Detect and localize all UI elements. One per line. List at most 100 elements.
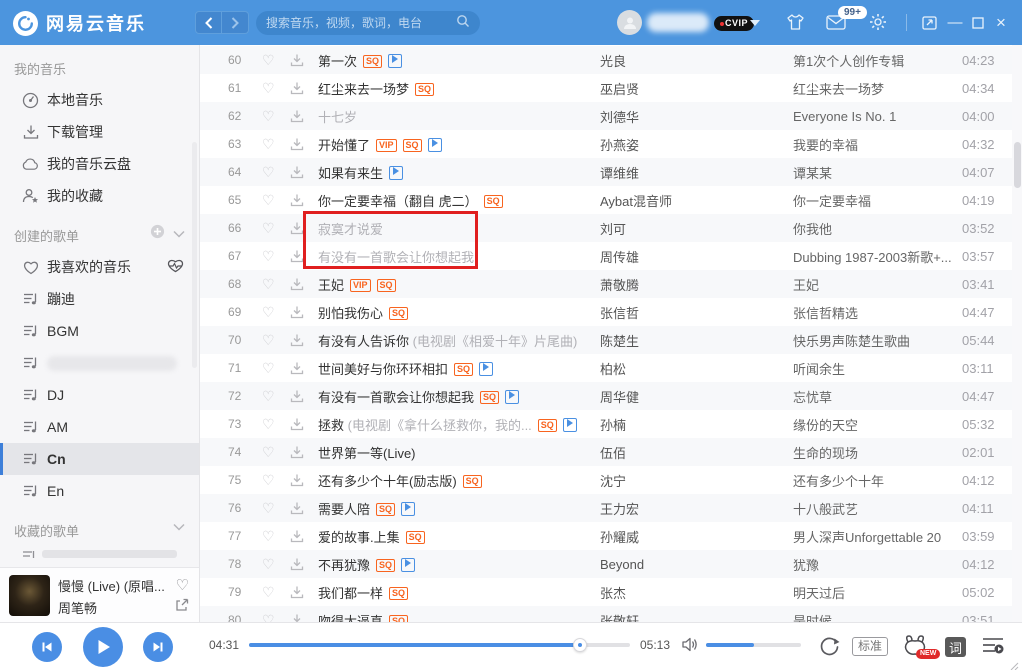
- song-artist[interactable]: 张敬轩: [600, 611, 793, 623]
- like-icon[interactable]: ♡: [262, 444, 290, 461]
- sidebar-playlist-item[interactable]: BGM: [0, 315, 199, 347]
- song-row[interactable]: 69 ♡ 别怕我伤心SQ 张信哲 张信哲精选 04:47: [200, 298, 1022, 326]
- song-artist[interactable]: 孙燕姿: [600, 135, 793, 154]
- like-icon[interactable]: ♡: [262, 276, 290, 293]
- song-row[interactable]: 78 ♡ 不再犹豫SQ Beyond 犹豫 04:12: [200, 550, 1022, 578]
- download-icon[interactable]: [290, 137, 318, 151]
- song-album[interactable]: 十八般武艺: [793, 499, 962, 518]
- song-artist[interactable]: Beyond: [600, 557, 793, 572]
- download-icon[interactable]: [290, 109, 318, 123]
- song-row[interactable]: 77 ♡ 爱的故事.上集SQ 孙耀威 男人深声Unforgettable 20 …: [200, 522, 1022, 550]
- like-icon[interactable]: ♡: [262, 360, 290, 377]
- song-album[interactable]: 男人深声Unforgettable 20: [793, 527, 962, 546]
- close-button[interactable]: ×: [990, 0, 1012, 45]
- sidebar-playlist-item[interactable]: En: [0, 475, 199, 507]
- progress-thumb[interactable]: [573, 638, 587, 652]
- song-artist[interactable]: 萧敬腾: [600, 275, 793, 294]
- song-album[interactable]: 快乐男声陈楚生歌曲: [793, 331, 962, 350]
- like-song-icon[interactable]: ♡: [176, 576, 189, 594]
- song-album[interactable]: 忘忧草: [793, 387, 962, 406]
- download-icon[interactable]: [290, 557, 318, 571]
- vip-badge[interactable]: CVIP: [714, 16, 754, 31]
- song-album[interactable]: Everyone Is No. 1: [793, 109, 962, 124]
- list-scroll-track[interactable]: [1012, 45, 1022, 622]
- song-artist[interactable]: 周传雄: [600, 247, 793, 266]
- song-title[interactable]: 拯救 (电视剧《拿什么拯救你，我的...SQ: [318, 415, 600, 434]
- volume-slider[interactable]: [706, 643, 801, 647]
- like-icon[interactable]: ♡: [262, 80, 290, 97]
- song-row[interactable]: 71 ♡ 世间美好与你环环相扣SQ 柏松 听闻余生 03:11: [200, 354, 1022, 382]
- song-album[interactable]: 第1次个人创作专辑: [793, 51, 962, 70]
- unread-count-badge[interactable]: 99+: [838, 6, 867, 19]
- lyrics-button[interactable]: 词: [945, 637, 966, 657]
- sidebar-item-cloud-disk[interactable]: 我的音乐云盘: [0, 148, 199, 180]
- song-artist[interactable]: 孙楠: [600, 415, 793, 434]
- song-row[interactable]: 74 ♡ 世界第一等(Live) 伍佰 生命的现场 02:01: [200, 438, 1022, 466]
- song-artist[interactable]: Aybat混音师: [600, 191, 793, 210]
- song-title[interactable]: 还有多少个十年(励志版)SQ: [318, 471, 600, 490]
- sidebar-playlist-item[interactable]: 蹦迪: [0, 283, 199, 315]
- song-album[interactable]: 我要的幸福: [793, 135, 962, 154]
- settings-gear-icon[interactable]: [869, 13, 887, 36]
- download-icon[interactable]: [290, 305, 318, 319]
- song-title[interactable]: 不再犹豫SQ: [318, 555, 600, 574]
- sidebar-scrollbar[interactable]: [192, 142, 197, 368]
- song-album[interactable]: 红尘来去一场梦: [793, 79, 962, 98]
- download-icon[interactable]: [290, 529, 318, 543]
- play-button[interactable]: [83, 627, 123, 667]
- mv-badge[interactable]: [389, 166, 403, 180]
- mv-badge[interactable]: [479, 362, 493, 376]
- like-icon[interactable]: ♡: [262, 500, 290, 517]
- mini-mode-icon[interactable]: [918, 0, 940, 45]
- song-artist[interactable]: 巫启贤: [600, 79, 793, 98]
- user-menu-caret-icon[interactable]: [750, 20, 760, 26]
- song-album[interactable]: Dubbing 1987-2003新歌+...: [793, 247, 962, 266]
- collapse-collected-icon[interactable]: [173, 519, 185, 534]
- song-artist[interactable]: 陈楚生: [600, 331, 793, 350]
- like-icon[interactable]: ♡: [262, 528, 290, 545]
- quality-button[interactable]: 标准: [852, 637, 888, 656]
- back-button[interactable]: [195, 11, 222, 34]
- song-title[interactable]: 有没有一首歌会让你想起我SQ: [318, 387, 600, 406]
- sidebar-playlist-item[interactable]: AM: [0, 411, 199, 443]
- song-row[interactable]: 67 ♡ 有没有一首歌会让你想起我 周传雄 Dubbing 1987-2003新…: [200, 242, 1022, 270]
- next-track-button[interactable]: [143, 632, 173, 662]
- download-icon[interactable]: [290, 81, 318, 95]
- song-title[interactable]: 有没有一首歌会让你想起我: [318, 247, 600, 266]
- song-title[interactable]: 红尘来去一场梦SQ: [318, 79, 600, 98]
- song-row[interactable]: 76 ♡ 需要人陪SQ 王力宏 十八般武艺 04:11: [200, 494, 1022, 522]
- song-title[interactable]: 吻得太逼真SQ: [318, 611, 600, 623]
- song-album[interactable]: 还有多少个十年: [793, 471, 962, 490]
- download-icon[interactable]: [290, 473, 318, 487]
- app-logo[interactable]: 网易云音乐: [13, 10, 146, 36]
- song-title[interactable]: 别怕我伤心SQ: [318, 303, 600, 322]
- like-icon[interactable]: ♡: [262, 332, 290, 349]
- song-title[interactable]: 如果有来生: [318, 163, 600, 182]
- download-icon[interactable]: [290, 613, 318, 622]
- song-row[interactable]: 73 ♡ 拯救 (电视剧《拿什么拯救你，我的...SQ 孙楠 缘份的天空 05:…: [200, 410, 1022, 438]
- collapse-created-icon[interactable]: [173, 226, 185, 241]
- song-album[interactable]: 是时候: [793, 611, 962, 623]
- heartbeat-mode-icon[interactable]: [166, 259, 185, 276]
- search-icon[interactable]: [456, 14, 470, 33]
- song-title[interactable]: 世界第一等(Live): [318, 443, 600, 462]
- mv-badge[interactable]: [401, 558, 415, 572]
- song-artist[interactable]: 王力宏: [600, 499, 793, 518]
- sidebar-item-downloads[interactable]: 下载管理: [0, 116, 199, 148]
- like-icon[interactable]: ♡: [262, 220, 290, 237]
- now-playing-artist[interactable]: 周笔畅: [58, 598, 158, 617]
- song-title[interactable]: 开始懂了VIPSQ: [318, 135, 600, 154]
- song-title[interactable]: 你一定要幸福（翻自 虎二）SQ: [318, 191, 600, 210]
- clipped-playlist-item[interactable]: [42, 550, 177, 558]
- song-album[interactable]: 生命的现场: [793, 443, 962, 462]
- song-row[interactable]: 68 ♡ 王妃VIPSQ 萧敬腾 王妃 03:41: [200, 270, 1022, 298]
- song-album[interactable]: 缘份的天空: [793, 415, 962, 434]
- song-row[interactable]: 70 ♡ 有没有人告诉你 (电视剧《相爱十年》片尾曲) 陈楚生 快乐男声陈楚生歌…: [200, 326, 1022, 354]
- like-icon[interactable]: ♡: [262, 108, 290, 125]
- song-row[interactable]: 60 ♡ 第一次SQ 光良 第1次个人创作专辑 04:23: [200, 46, 1022, 74]
- like-icon[interactable]: ♡: [262, 248, 290, 265]
- song-album[interactable]: 听闻余生: [793, 359, 962, 378]
- mv-badge[interactable]: [388, 54, 402, 68]
- song-title[interactable]: 爱的故事.上集SQ: [318, 527, 600, 546]
- song-album[interactable]: 张信哲精选: [793, 303, 962, 322]
